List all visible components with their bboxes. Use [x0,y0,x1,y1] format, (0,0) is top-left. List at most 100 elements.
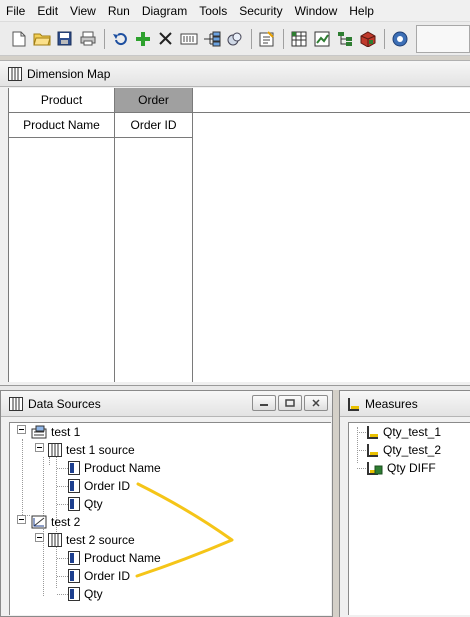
tree-node-test-2[interactable]: test 2 [31,513,80,531]
field-label: Product Name [84,461,161,475]
measure-label: Qty_test_2 [383,443,442,457]
menu-edit[interactable]: Edit [31,0,64,22]
field-product-name[interactable]: Product Name [68,459,161,477]
menu-help[interactable]: Help [343,0,380,22]
new-icon[interactable] [8,29,29,49]
tree-node-label: test 2 [51,515,81,529]
measure-item-qty-test-1[interactable]: Qty_test_1 [367,423,441,441]
tree-expander[interactable] [17,515,26,524]
tree-node-test-2-source[interactable]: test 2 source [48,531,135,549]
menu-view[interactable]: View [64,0,102,22]
field-order-id[interactable]: Order ID [68,477,130,495]
column-header-product[interactable]: Product [9,88,115,113]
delete-icon[interactable] [155,29,176,49]
field-product-name[interactable]: Product Name [68,549,161,567]
menu-file[interactable]: File [0,0,31,22]
tree-expander[interactable] [35,443,44,452]
cell-order-id[interactable]: Order ID [115,113,193,138]
datasource-icon [31,425,47,439]
open-folder-icon[interactable] [31,29,52,49]
data-sources-title: Data Sources [28,396,101,411]
field-icon [68,461,80,475]
measure-item-qty-diff[interactable]: Qty DIFF [367,459,436,477]
datasource-icon [31,515,47,529]
window-controls [252,395,328,411]
print-icon[interactable] [77,29,98,49]
dimension-map-titlebar: Dimension Map [0,61,470,87]
field-label: Qty [84,587,103,601]
menu-security[interactable]: Security [233,0,288,22]
toolbar-separator [104,28,105,49]
menu-diagram[interactable]: Diagram [136,0,193,22]
field-label: Order ID [84,479,131,493]
measure-label: Qty_test_1 [383,425,442,439]
tree-node-label: test 1 [51,425,81,439]
column-body-order [115,138,193,382]
measure-item-qty-test-2[interactable]: Qty_test_2 [367,441,441,459]
data-sources-tree: test 1 test 1 source Product Name Order … [9,422,331,615]
tree-node-test-1[interactable]: test 1 [31,423,80,441]
toolbar-separator [251,28,252,49]
dimension-icon[interactable] [178,29,199,49]
measure-label: Qty DIFF [387,461,436,475]
close-button[interactable] [304,395,328,411]
restore-button[interactable] [278,395,302,411]
measures-panel: Measures Qty_test_1 Qty_test_2 Qty DIFF [339,390,470,617]
table-icon [48,443,62,457]
field-icon [68,497,80,511]
undo-icon[interactable] [109,29,130,49]
toolbar-separator [283,28,284,49]
field-icon [68,587,80,601]
measure-icon [367,443,379,457]
dimension-map-grid: Product Order Product Name Order ID [8,88,470,382]
minimize-button[interactable] [252,395,276,411]
column-header-order[interactable]: Order [115,88,193,113]
field-label: Product Name [84,551,161,565]
dimension-map-title: Dimension Map [27,66,111,81]
field-order-id[interactable]: Order ID [68,567,130,585]
measures-list: Qty_test_1 Qty_test_2 Qty DIFF [348,422,470,615]
save-icon[interactable] [54,29,75,49]
cell-product-name[interactable]: Product Name [9,113,115,138]
field-icon [68,569,80,583]
measures-title: Measures [365,396,418,411]
table-icon [9,396,23,411]
toolbar-overflow [416,24,470,53]
calculated-measure-icon [367,461,383,475]
table-icon [48,533,62,547]
menu-tools[interactable]: Tools [193,0,233,22]
help-circle-icon[interactable] [389,29,410,49]
add-icon[interactable] [132,29,153,49]
tree-node-label: test 1 source [66,443,135,457]
field-icon [68,551,80,565]
chart-icon[interactable] [311,29,332,49]
cube-icon[interactable] [357,29,378,49]
tree-expander[interactable] [17,425,26,434]
tree-expander[interactable] [35,533,44,542]
column-body-product [9,138,115,382]
tree-node-test-1-source[interactable]: test 1 source [48,441,135,459]
field-qty[interactable]: Qty [68,495,103,513]
measures-titlebar: Measures [340,391,470,417]
menu-window[interactable]: Window [289,0,344,22]
field-qty[interactable]: Qty [68,585,103,603]
measure-icon [367,425,379,439]
menu-run[interactable]: Run [102,0,136,22]
data-sources-panel: Data Sources test 1 test 1 source Produc… [0,390,333,617]
table-icon [8,66,22,81]
tree-icon[interactable] [334,29,355,49]
close-icon [312,399,320,407]
tree-node-label: test 2 source [66,533,135,547]
restore-icon [285,399,295,407]
toolbar [0,22,470,56]
dimension-map-panel: Dimension Map Product Order Product Name… [0,60,470,385]
field-label: Order ID [84,569,131,583]
toolbar-separator [384,28,385,49]
link-icon[interactable] [224,29,245,49]
hierarchy-icon[interactable] [201,29,222,49]
grid-icon[interactable] [288,29,309,49]
minimize-icon [260,404,268,406]
field-label: Qty [84,497,103,511]
menu-bar: File Edit View Run Diagram Tools Securit… [0,0,470,22]
edit-properties-icon[interactable] [256,29,277,49]
